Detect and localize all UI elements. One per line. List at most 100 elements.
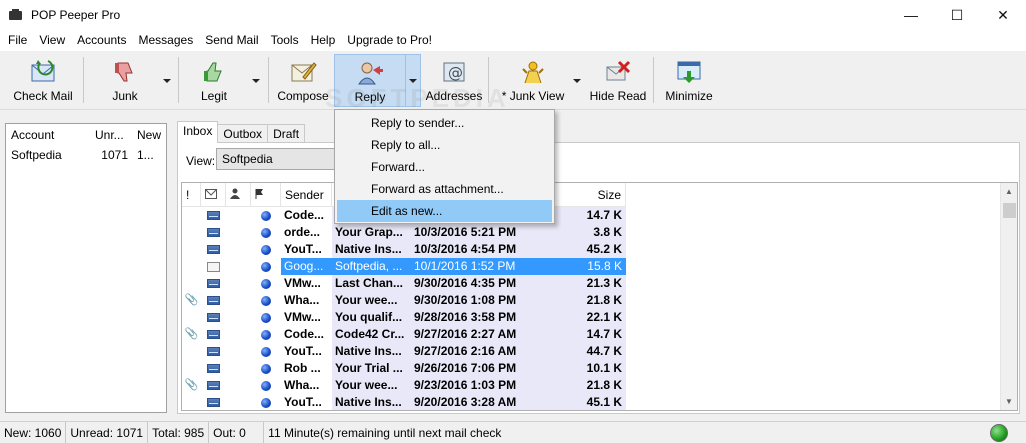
legit-button[interactable]: Legit xyxy=(186,54,242,107)
date-cell: 9/23/2016 1:03 PM xyxy=(410,377,541,394)
sender-cell: Wha... xyxy=(284,378,320,392)
sender-cell: Goog... xyxy=(281,258,332,275)
menu-upgrade[interactable]: Upgrade to Pro! xyxy=(341,30,438,51)
paperclip-icon: 📎 xyxy=(184,294,199,306)
scroll-thumb[interactable] xyxy=(1003,203,1016,218)
reply-menu-item[interactable]: Edit as new... xyxy=(337,200,552,222)
vertical-scrollbar[interactable]: ▲ ▼ xyxy=(1000,183,1017,410)
reply-menu-item[interactable]: Reply to sender... xyxy=(337,112,552,134)
chevron-down-icon xyxy=(573,78,581,83)
subject-cell: Softpedia, ... xyxy=(332,258,410,275)
mail-row[interactable]: orde... Your Grap... 10/3/2016 5:21 PM 3.8 … xyxy=(182,224,626,241)
size-cell: 3.8 K xyxy=(541,224,626,241)
flag-cell xyxy=(251,292,281,309)
flag-cell xyxy=(251,309,281,326)
toolbar-separator xyxy=(83,57,84,103)
menu-messages[interactable]: Messages xyxy=(133,30,200,51)
junk-dropdown-button[interactable] xyxy=(159,54,175,107)
contact-cell xyxy=(226,241,251,258)
contact-column-header[interactable] xyxy=(226,183,251,207)
minimize-button[interactable]: Minimize xyxy=(660,54,718,107)
new-column-header[interactable]: New xyxy=(132,128,166,142)
junk-view-dropdown-button[interactable] xyxy=(569,54,585,107)
reply-menu-item[interactable]: Forward... xyxy=(337,156,552,178)
scroll-down-icon[interactable]: ▼ xyxy=(1001,393,1017,410)
menu-view[interactable]: View xyxy=(33,30,71,51)
sender-column-header[interactable]: Sender xyxy=(281,183,332,207)
menu-help[interactable]: Help xyxy=(305,30,342,51)
scroll-up-icon[interactable]: ▲ xyxy=(1001,183,1017,200)
mail-row[interactable]: YouT... Native Ins... 9/20/2016 3:28 AM 45.… xyxy=(182,394,626,410)
window-title: POP Peeper Pro xyxy=(31,8,121,22)
mail-row[interactable]: YouT... Native Ins... 9/27/2016 2:16 AM 44.… xyxy=(182,343,626,360)
legit-dropdown-button[interactable] xyxy=(248,54,264,107)
junk-view-label: * Junk View xyxy=(501,89,565,103)
envelope-cell xyxy=(201,258,226,275)
paperclip-icon: 📎 xyxy=(184,379,199,391)
attachment-cell xyxy=(182,224,201,241)
subject-cell: Your Grap... xyxy=(332,224,410,241)
mail-row[interactable]: VMw... You qualif... 9/28/2016 3:58 PM 22.1… xyxy=(182,309,626,326)
tab-inbox[interactable]: Inbox xyxy=(177,121,219,143)
date-cell: 9/28/2016 3:58 PM xyxy=(410,309,541,326)
flag-column-header[interactable] xyxy=(251,183,281,207)
envelope-cell xyxy=(201,326,226,343)
menu-file[interactable]: File xyxy=(2,30,33,51)
menu-send-mail[interactable]: Send Mail xyxy=(199,30,264,51)
mail-row[interactable]: Rob ... Your Trial ... 9/26/2016 7:06 PM 10… xyxy=(182,360,626,377)
unread-column-header[interactable]: Unr... xyxy=(90,128,132,142)
mail-row[interactable]: Goog... Softpedia, ... 10/1/2016 1:52 PM 15… xyxy=(182,258,626,275)
paperclip-icon: 📎 xyxy=(184,328,199,340)
reply-menu-item[interactable]: Forward as attachment... xyxy=(337,178,552,200)
mail-list: ! Sender Size Code... 14.7 Korde... Your G… xyxy=(181,182,1018,411)
subject-cell: Native Ins... xyxy=(332,394,410,410)
tab-outbox[interactable]: Outbox xyxy=(217,124,269,143)
menu-accounts[interactable]: Accounts xyxy=(71,30,132,51)
minimize-window-button[interactable]: — xyxy=(888,0,934,30)
compose-button[interactable]: Compose xyxy=(274,54,332,107)
mail-row[interactable]: 📎 Code... Code42 Cr... 9/27/2016 2:27 AM 14.… xyxy=(182,326,626,343)
envelope-icon xyxy=(207,211,220,220)
contact-cell xyxy=(226,377,251,394)
maximize-window-button[interactable]: ☐ xyxy=(934,0,980,30)
sender-cell: VMw... xyxy=(284,310,321,324)
mail-row[interactable]: 📎 Wha... Your wee... 9/23/2016 1:03 PM 21.8 … xyxy=(182,377,626,394)
tab-draft[interactable]: Draft xyxy=(267,124,306,143)
status-dot-icon xyxy=(261,295,271,306)
reply-menu-item[interactable]: Reply to all... xyxy=(337,134,552,156)
minimize-label: Minimize xyxy=(665,89,713,103)
contact-cell xyxy=(226,309,251,326)
account-new: 1... xyxy=(137,148,154,162)
account-column-header[interactable]: Account xyxy=(6,128,90,142)
chevron-down-icon xyxy=(163,78,171,83)
contact-cell xyxy=(226,394,251,410)
status-unread-count: Unread: 1071 xyxy=(66,421,149,443)
close-window-button[interactable]: ✕ xyxy=(980,0,1026,30)
envelope-cell xyxy=(201,207,226,224)
mail-row[interactable]: YouT... Native Ins... 10/3/2016 4:54 PM 45.… xyxy=(182,241,626,258)
status-dot-icon xyxy=(261,397,271,408)
attachment-cell xyxy=(182,343,201,360)
sender-cell: Rob ... xyxy=(284,361,321,375)
title-bar: POP Peeper Pro — ☐ ✕ xyxy=(0,0,1026,30)
attachment-cell xyxy=(182,275,201,292)
mail-row[interactable]: VMw... Last Chan... 9/30/2016 4:35 PM 21.3 … xyxy=(182,275,626,292)
menu-tools[interactable]: Tools xyxy=(265,30,305,51)
check-mail-button[interactable]: Check Mail xyxy=(8,54,78,107)
status-dot-icon xyxy=(261,329,271,340)
mail-row[interactable]: 📎 Wha... Your wee... 9/30/2016 1:08 PM 21.8 … xyxy=(182,292,626,309)
sender-cell: Wha... xyxy=(284,293,320,307)
status-column-header[interactable] xyxy=(201,183,226,207)
envelope-cell xyxy=(201,309,226,326)
status-dot-icon xyxy=(261,278,271,289)
compose-icon xyxy=(287,58,319,86)
size-cell: 45.1 K xyxy=(541,394,626,410)
attachment-column-header[interactable]: ! xyxy=(182,183,201,207)
sender-cell: YouT... xyxy=(284,242,322,256)
view-label: View: xyxy=(186,154,216,168)
hide-read-button[interactable]: Hide Read xyxy=(587,54,649,107)
account-row[interactable]: Softpedia 1071 1... xyxy=(6,146,166,164)
envelope-icon xyxy=(207,228,220,237)
reply-dropdown-menu: Reply to sender... Reply to all... Forward… xyxy=(334,109,555,224)
junk-button[interactable]: Junk xyxy=(96,54,154,107)
